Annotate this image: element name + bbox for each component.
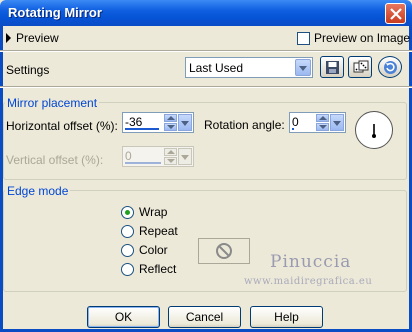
slider-dropdown-icon[interactable] (178, 114, 192, 131)
decrement-icon[interactable] (316, 123, 329, 131)
vertical-offset-stepper[interactable] (122, 146, 194, 167)
ok-button[interactable]: OK (87, 306, 160, 328)
edge-mode-option-label: Repeat (139, 224, 178, 238)
rotation-angle-stepper[interactable] (289, 112, 346, 133)
divider (0, 50, 412, 52)
increment-icon[interactable] (316, 114, 329, 122)
horizontal-offset-stepper[interactable] (122, 112, 194, 133)
edge-mode-option-wrap[interactable]: Wrap (121, 205, 167, 219)
horizontal-offset-input[interactable] (125, 115, 165, 129)
edge-color-swatch[interactable] (198, 238, 250, 264)
horizontal-offset-label: Horizontal offset (%): (6, 119, 118, 133)
rotation-angle-input[interactable] (292, 115, 318, 129)
window-title: Rotating Mirror (8, 5, 102, 20)
close-button[interactable] (385, 3, 406, 24)
vertical-offset-slider[interactable] (125, 162, 161, 164)
rotation-dial[interactable] (355, 111, 393, 149)
mirror-placement-legend: Mirror placement (5, 96, 100, 110)
radio-button[interactable] (121, 243, 134, 257)
increment-icon[interactable] (164, 148, 177, 156)
settings-dropdown[interactable]: Last Used (185, 57, 313, 78)
cancel-button[interactable]: Cancel (168, 306, 241, 328)
preview-on-image-checkbox[interactable]: Preview on Image (297, 31, 410, 45)
radio-button[interactable] (121, 224, 134, 238)
watermark-name: Pinuccia (270, 252, 352, 272)
save-icon (326, 61, 339, 74)
expand-triangle-icon (6, 33, 11, 43)
edge-mode-option-label: Reflect (139, 262, 177, 276)
divider (0, 86, 412, 88)
reset-icon (384, 61, 397, 74)
radio-button[interactable] (121, 262, 134, 276)
vertical-offset-input[interactable] (125, 149, 165, 163)
settings-selected: Last Used (189, 61, 244, 75)
edge-mode-option-reflect[interactable]: Reflect (121, 262, 176, 276)
slider-dropdown-icon[interactable] (330, 114, 344, 131)
rotation-angle-slider[interactable] (292, 128, 294, 130)
decrement-icon[interactable] (164, 157, 177, 165)
increment-icon[interactable] (164, 114, 177, 122)
save-preset-button[interactable] (320, 56, 344, 78)
horizontal-offset-slider[interactable] (125, 128, 159, 130)
dice-icon (353, 60, 369, 73)
edge-mode-option-label: Color (139, 243, 168, 257)
settings-label: Settings (6, 63, 50, 77)
vertical-offset-label: Vertical offset (%): (6, 153, 104, 167)
reset-button[interactable] (378, 56, 402, 78)
preview-on-image-label: Preview on Image (314, 31, 411, 45)
mirror-placement-group (3, 102, 407, 180)
radio-button[interactable] (121, 205, 134, 219)
preview-label: Preview (16, 31, 59, 45)
stepper-arrows[interactable] (164, 114, 177, 131)
stepper-arrows[interactable] (316, 114, 329, 131)
decrement-icon[interactable] (164, 123, 177, 131)
checkbox-box[interactable] (297, 31, 310, 45)
chevron-down-icon[interactable] (295, 59, 311, 76)
edge-mode-option-label: Wrap (139, 205, 168, 219)
no-color-icon (216, 243, 232, 259)
help-button[interactable]: Help (250, 306, 323, 328)
edge-mode-legend: Edge mode (5, 184, 71, 198)
stepper-arrows[interactable] (164, 148, 177, 165)
slider-dropdown-icon[interactable] (178, 148, 192, 165)
close-icon (390, 8, 402, 20)
rotation-dial-icon (372, 124, 376, 138)
edge-mode-option-color[interactable]: Color (121, 243, 168, 257)
title-bar[interactable]: Rotating Mirror (0, 0, 412, 26)
rotation-angle-label: Rotation angle: (204, 118, 285, 132)
preview-toggle[interactable]: Preview (6, 31, 59, 45)
edge-mode-option-repeat[interactable]: Repeat (121, 224, 178, 238)
watermark-url: www.maidiregrafica.eu (244, 276, 373, 287)
randomize-button[interactable] (348, 56, 372, 78)
